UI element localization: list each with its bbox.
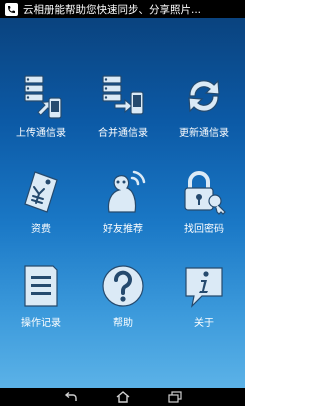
password-recovery-icon <box>184 171 226 215</box>
menu-item-label: 资费 <box>31 224 51 235</box>
menu-item-label: 好友推荐 <box>103 224 143 235</box>
menu-item-label: 操作记录 <box>21 318 61 329</box>
help-icon <box>102 265 144 307</box>
menu-item-password-recovery[interactable]: 找回密码 <box>163 168 245 248</box>
menu-item-merge-contacts[interactable]: 合并通信录 <box>82 72 164 152</box>
app-screen: 云相册能帮助您快速同步、分享照片... 上传通信录 合并通信录 更新通信录 资费… <box>0 0 245 406</box>
about-icon <box>185 267 223 308</box>
friend-recommend-icon <box>107 170 146 213</box>
upload-contacts-icon <box>24 75 62 119</box>
menu-item-upload-contacts[interactable]: 上传通信录 <box>0 72 82 152</box>
refresh-contacts-icon <box>188 79 220 113</box>
menu-item-label: 找回密码 <box>184 224 224 235</box>
price-tag-icon <box>24 171 58 213</box>
status-bar[interactable]: 云相册能帮助您快速同步、分享照片... <box>0 0 245 18</box>
menu-item-refresh-contacts[interactable]: 更新通信录 <box>163 72 245 152</box>
navigation-bar <box>0 388 245 406</box>
menu-item-help[interactable]: 帮助 <box>82 262 164 342</box>
phone-icon <box>5 2 18 16</box>
menu-item-operation-log[interactable]: 操作记录 <box>0 262 82 342</box>
back-icon[interactable] <box>63 391 79 403</box>
operation-log-icon <box>24 265 58 307</box>
menu-item-label: 合并通信录 <box>98 128 148 139</box>
menu-grid: 上传通信录 合并通信录 更新通信录 资费 好友推荐 找回密码 操作记录 帮助 关… <box>0 72 245 342</box>
menu-item-label: 帮助 <box>113 318 133 329</box>
menu-item-label: 更新通信录 <box>179 128 229 139</box>
notification-text: 云相册能帮助您快速同步、分享照片... <box>23 3 202 16</box>
menu-item-label: 关于 <box>194 318 214 329</box>
menu-item-about[interactable]: 关于 <box>163 262 245 342</box>
menu-item-price[interactable]: 资费 <box>0 168 82 248</box>
home-icon[interactable] <box>115 391 131 403</box>
menu-item-label: 上传通信录 <box>16 128 66 139</box>
recent-apps-icon[interactable] <box>167 391 183 403</box>
menu-item-friend-recommend[interactable]: 好友推荐 <box>82 168 164 248</box>
merge-contacts-icon <box>102 75 144 115</box>
